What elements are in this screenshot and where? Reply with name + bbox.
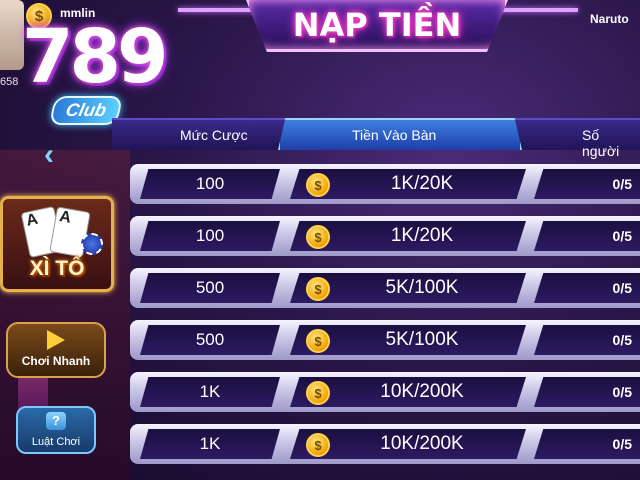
coin-icon: $	[306, 225, 330, 249]
row-entry-text: 5K/100K	[385, 329, 459, 350]
coin-icon: $	[306, 277, 330, 301]
player-name: Naruto	[590, 12, 629, 26]
row-entry-text: 1K/20K	[390, 173, 454, 194]
row-entry-text: 1K/20K	[390, 225, 454, 246]
row-players: 0/5	[534, 377, 640, 407]
page-title: NẠP TIỀN	[292, 6, 462, 44]
coin-icon: $	[306, 329, 330, 353]
game-card[interactable]: A A XÌ TỐ	[0, 196, 114, 292]
rules-button[interactable]: ? Luật Chơi	[16, 406, 96, 454]
row-entry-text: 10K/200K	[380, 433, 464, 454]
row-players: 0/5	[534, 273, 640, 303]
table-row[interactable]: 100 1K/20K $ 0/5	[130, 164, 640, 204]
coin-icon: $	[306, 173, 330, 197]
game-name: XÌ TỐ	[29, 257, 85, 280]
table-row[interactable]: 100 1K/20K $ 0/5	[130, 216, 640, 256]
table-row[interactable]: 500 5K/100K $ 0/5	[130, 268, 640, 308]
row-players: 0/5	[534, 429, 640, 459]
row-bet: 500	[140, 325, 280, 355]
poker-chip-icon	[81, 233, 103, 255]
row-entry-text: 10K/200K	[380, 381, 464, 402]
row-entry-text: 5K/100K	[385, 277, 459, 298]
row-players: 0/5	[534, 325, 640, 355]
play-icon	[47, 330, 65, 350]
rules-label: Luật Chơi	[31, 436, 81, 448]
banner-wing-right	[498, 8, 578, 12]
quick-play-button[interactable]: Chơi Nhanh	[6, 322, 106, 378]
chevron-left-icon[interactable]: ‹	[36, 138, 62, 172]
quick-play-label: Chơi Nhanh	[21, 354, 91, 368]
coin-icon: $	[306, 381, 330, 405]
row-players: 0/5	[534, 221, 640, 251]
table-row[interactable]: 500 5K/100K $ 0/5	[130, 320, 640, 360]
table-row[interactable]: 1K 10K/200K $ 0/5	[130, 372, 640, 412]
row-bet: 100	[140, 221, 280, 251]
question-icon: ?	[46, 412, 66, 430]
brand-logo: 789 Club	[14, 10, 168, 130]
logo-number: 789	[22, 14, 168, 100]
column-header-players[interactable]: Số người	[582, 127, 640, 159]
row-bet: 100	[140, 169, 280, 199]
row-players: 0/5	[534, 169, 640, 199]
table-row[interactable]: 1K 10K/200K $ 0/5	[130, 424, 640, 464]
row-bet: 1K	[140, 429, 280, 459]
row-bet: 1K	[140, 377, 280, 407]
coin-icon: $	[306, 433, 330, 457]
column-header-entry[interactable]: Tiền Vào Bàn	[352, 127, 436, 143]
column-header-bet[interactable]: Mức Cược	[180, 127, 248, 143]
row-bet: 500	[140, 273, 280, 303]
